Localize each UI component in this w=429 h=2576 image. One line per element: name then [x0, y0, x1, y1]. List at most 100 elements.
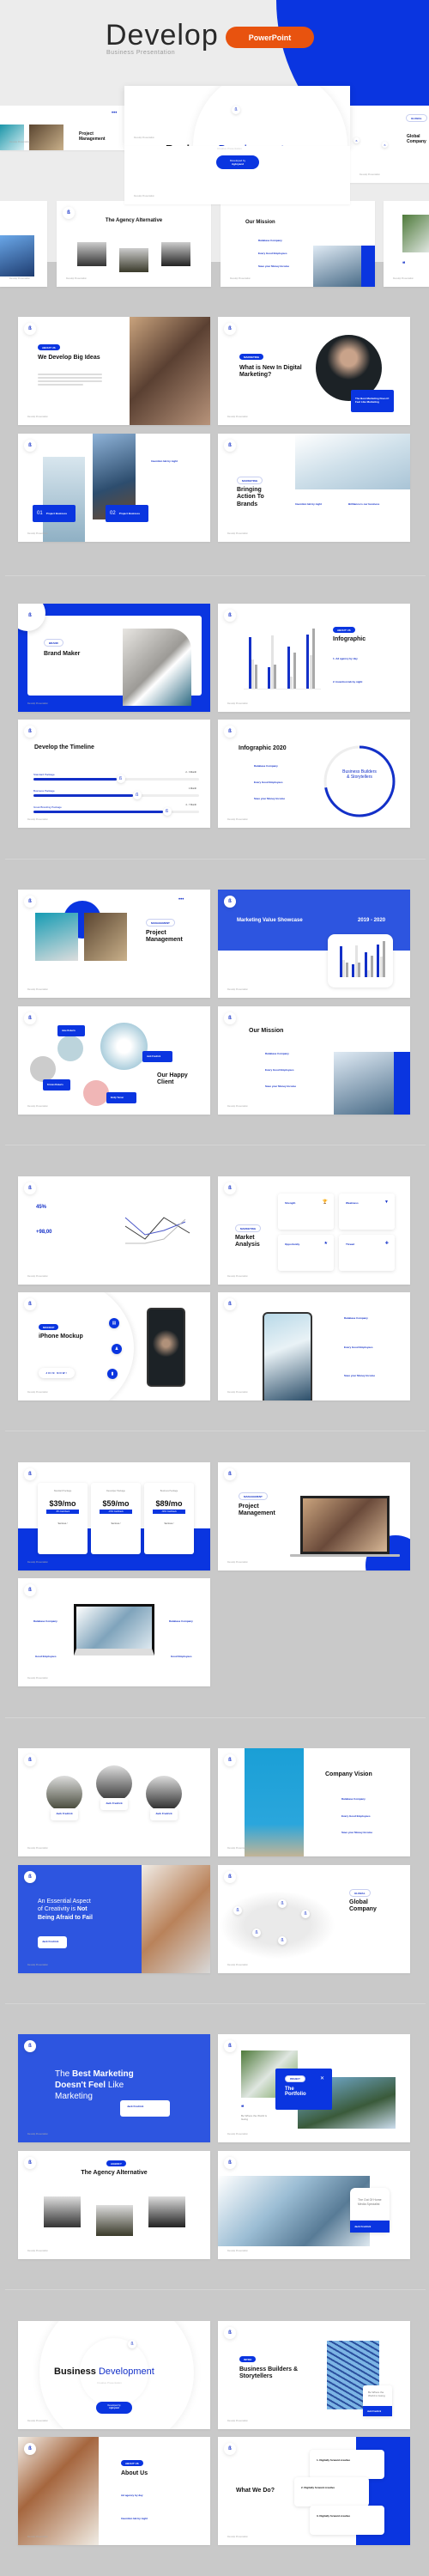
- powerpoint-badge[interactable]: PowerPoint: [226, 27, 314, 48]
- slide-title: Business Builders & Storytellers: [239, 2366, 299, 2380]
- slide-footer: Develop Presentation: [27, 988, 48, 991]
- slide-global-company[interactable]: ß ß ß ß ß ß GLOBAL Global Company Develo…: [218, 1865, 410, 1973]
- slide-we-develop-big-ideas[interactable]: ß ABOUT US We Develop Big Ideas Develop …: [18, 317, 210, 425]
- service-card: 2. Digitally forward creative: [294, 2477, 369, 2506]
- slide-global-partial[interactable]: GLOBAL Global Company ß ß Develop Presen…: [350, 106, 429, 183]
- section-divider: [5, 859, 426, 860]
- slide-project-management-laptop[interactable]: ß MANAGEMENT Project Management Develop …: [218, 1462, 410, 1571]
- developed-by-button[interactable]: Developed by Agbryand: [216, 155, 259, 169]
- management-badge: MANAGEMENT: [239, 1492, 268, 1500]
- slide-agency-alternative[interactable]: ß The Agency Alternative Develop Present…: [57, 201, 211, 287]
- blue-accent-bar: [394, 1052, 410, 1115]
- map-pin-icon: ß: [252, 1929, 261, 1937]
- bar-gray: [383, 941, 386, 977]
- slide-title: Company Vision: [325, 1771, 372, 1777]
- swot-card-thread: Thread ✚: [339, 1235, 395, 1271]
- client-photo: [100, 1023, 148, 1070]
- vision-item: Database Company: [341, 1797, 366, 1801]
- year-range: 2019 - 2020: [358, 918, 386, 923]
- slide-happy-client[interactable]: ß Jane Roberts Jack Fredrick Kristen Rob…: [18, 1006, 210, 1115]
- slide-portfolio[interactable]: ß PROJECT The Portfolio ✕ ❝ Be Where the …: [218, 2034, 410, 2142]
- column-heading: Invention lab by night: [295, 502, 322, 506]
- team-name-card: Jack Fredrick: [100, 1798, 128, 1810]
- slide-iphone-features[interactable]: ß Database Company Every Good Employees …: [218, 1292, 410, 1400]
- slide-footer: Develop Presentation: [66, 277, 87, 280]
- slide-team[interactable]: ß Jack Fredrick Jack Fredrick Jack Fredr…: [18, 1748, 210, 1856]
- slide-media-specialist[interactable]: ß The Out Of Home Media Specialist Jack F…: [218, 2151, 410, 2259]
- logo-icon: ß: [24, 2157, 36, 2169]
- slide-footer: Develop Presentation: [27, 818, 48, 821]
- slide-cover-2[interactable]: ß Business Development Creative Presenta…: [18, 2321, 210, 2429]
- slide-what-we-do[interactable]: ß What We Do? 1. Digitally forward creat…: [218, 2437, 410, 2545]
- more-dots-icon: •••: [178, 897, 184, 902]
- architecture-photo: [123, 629, 191, 706]
- tower-photo: [245, 1748, 304, 1856]
- slider-handle[interactable]: ß: [132, 791, 142, 799]
- about-badge: ABOUT US: [333, 627, 355, 633]
- slide-agency-alternative-2[interactable]: ß AGENCY The Agency Alternative Develop …: [18, 2151, 210, 2259]
- handshake-photo: [142, 1865, 210, 1973]
- info-item: Every Good Employees: [254, 781, 283, 784]
- slide-quote-partial[interactable]: ❝ Develop Presentation: [384, 201, 429, 287]
- slide-imac-mockup[interactable]: ß Database Company Good Employees Databa…: [18, 1578, 210, 1686]
- point-2: 2. Invention lab by night: [333, 680, 363, 683]
- slide-marketing-showcase[interactable]: ß Marketing Value Showcase 2019 - 2020 D…: [218, 890, 410, 998]
- slide-cover[interactable]: ß Business Development Develop Presentat…: [124, 86, 350, 146]
- person-photo: [119, 248, 148, 272]
- slide-footer: Develop Presentation: [230, 277, 251, 280]
- slide-about-us[interactable]: ß ABOUT US About Us Ad agency by day Inv…: [18, 2437, 210, 2545]
- slide-market-analysis[interactable]: ß MARKETING Market Analysis Strength 🏆 We…: [218, 1176, 410, 1285]
- people-icon: ♟: [112, 1344, 122, 1354]
- cover-subtitle: Creative Presentation: [97, 2381, 122, 2385]
- slide-building-partial[interactable]: Develop Presentation: [0, 201, 47, 287]
- slide-brand-maker[interactable]: ß BRAND Brand Maker Develop Presentation: [18, 604, 210, 712]
- slide-timeline[interactable]: ß Develop the Timeline Standard Package 2…: [18, 720, 210, 828]
- progress-fill: [33, 778, 117, 781]
- slide-footer: Develop Presentation: [227, 2250, 248, 2252]
- slide-iphone-mockup[interactable]: ß MOCKUP iPhone Mockup JOIN NOW! ▤ ♟ ▮ D…: [18, 1292, 210, 1400]
- slide-footer: Develop Presentation: [227, 988, 248, 991]
- building-photo: [218, 2176, 370, 2246]
- close-icon[interactable]: ✕: [320, 2075, 324, 2081]
- vision-item: Every Good Employees: [341, 1814, 371, 1818]
- cashback-tag: -15% Cashback: [100, 1510, 132, 1514]
- slide-footer: Develop Presentation: [134, 137, 154, 139]
- slide-project-management[interactable]: ß ••• MANAGEMENT Project Management Deve…: [18, 890, 210, 998]
- slide-company-vision[interactable]: ß Company Vision Database Company Every …: [218, 1748, 410, 1856]
- slide-essential-aspect[interactable]: ß An Essential Aspect of Creativity is No…: [18, 1865, 210, 1973]
- slide-title: The Best Marketing Doesn't Feel Like Marke…: [55, 2069, 134, 2101]
- slide-bringing-action[interactable]: ß MARKETING Bringing Action To Brands In…: [218, 434, 410, 542]
- iphone-image: [263, 1312, 312, 1400]
- decor-circle: [193, 86, 347, 146]
- feature-item: Every Good Employees: [344, 1346, 373, 1349]
- slide-title: About Us: [121, 2470, 148, 2476]
- slide-best-marketing[interactable]: ß The Best Marketing Doesn't Feel Like Mar…: [18, 2034, 210, 2142]
- slide-pricing[interactable]: ß Standard Package $39/mo -5% Cashback Serv…: [18, 1462, 210, 1571]
- column-heading: Brilliance is our business: [348, 502, 380, 506]
- logo-icon: ß: [224, 896, 236, 908]
- developed-by-button[interactable]: Developed by Agbryand: [96, 2402, 132, 2414]
- logo-icon: ß: [224, 2443, 236, 2455]
- slide-footer: Develop Presentation: [227, 1561, 248, 1564]
- slide-project-management-partial[interactable]: Project Management ••• Develop Presentat…: [0, 106, 124, 150]
- architecture-photo: [84, 913, 127, 961]
- section-divider: [5, 575, 426, 576]
- slide-business-builders[interactable]: ß INTRO Business Builders & Storytellers…: [218, 2321, 410, 2429]
- service-card: 3. Digitally forward creative: [310, 2506, 384, 2535]
- slider-handle[interactable]: ß: [162, 807, 172, 816]
- slide-stats-line-chart[interactable]: ß 45% +98,00 Develop Presentation: [18, 1176, 210, 1285]
- mockup-badge: MOCKUP: [39, 1324, 59, 1330]
- logo-icon: ß: [128, 2340, 136, 2348]
- slide-invention-lab[interactable]: ß 01 Project Business 02 Project Business …: [18, 434, 210, 542]
- slide-infographic-chart[interactable]: ß ABOUT US Infographic 1. Ad agency by d…: [218, 604, 410, 712]
- slide-digital-marketing[interactable]: ß MARKETING What is New In Digital Marke…: [218, 317, 410, 425]
- join-now-button[interactable]: JOIN NOW!: [39, 1368, 75, 1378]
- slide-infographic-2020[interactable]: ß Infographic 2020 Database Company Ever…: [218, 720, 410, 828]
- slide-footer: Develop Presentation: [227, 1847, 248, 1850]
- star-icon: ★: [323, 1241, 328, 1246]
- slide-our-mission[interactable]: Our Mission Database Company Every Good …: [221, 201, 375, 287]
- slide-footer: Develop Presentation: [393, 277, 414, 280]
- logo-icon: ß: [24, 323, 36, 335]
- slider-handle[interactable]: ß: [116, 775, 125, 783]
- slide-our-mission-2[interactable]: ß Our Mission Database Company Every Goo…: [218, 1006, 410, 1115]
